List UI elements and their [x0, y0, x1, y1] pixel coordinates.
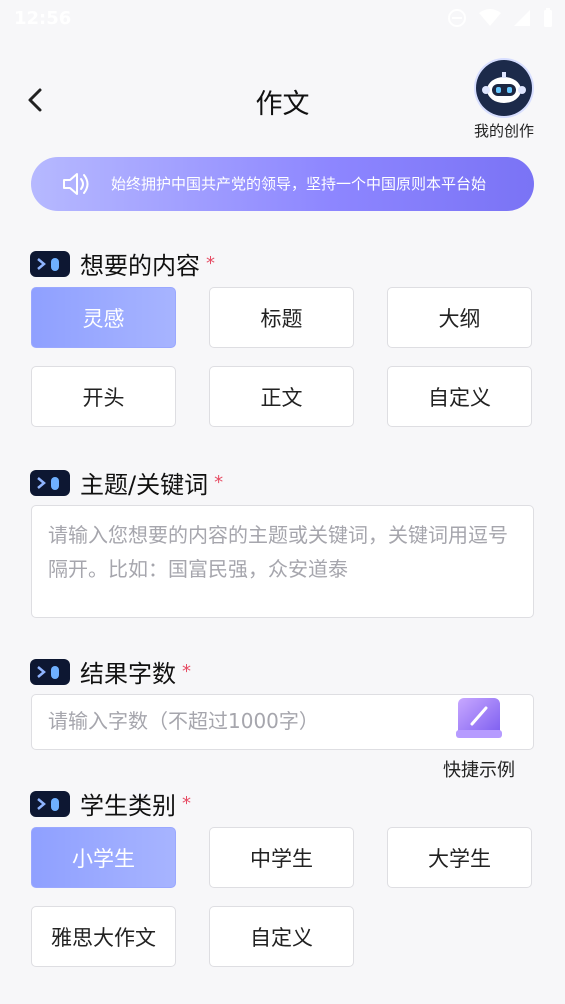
content-option-outline[interactable]: 大纲	[387, 287, 532, 348]
robot-avatar-icon	[476, 60, 532, 116]
student-option-middle[interactable]: 中学生	[209, 827, 354, 888]
notice-text: 始终拥护中国共产党的领导，坚持一个中国原则本平台始	[111, 175, 487, 193]
terminal-tag-icon	[30, 469, 70, 496]
notebook-icon	[452, 694, 506, 742]
header: 作文 我的创作	[0, 60, 565, 144]
section-topic-title: 主题/关键词 *	[30, 465, 223, 500]
student-option-custom[interactable]: 自定义	[209, 906, 354, 967]
status-time: 12:56	[14, 8, 72, 29]
content-option-custom[interactable]: 自定义	[387, 366, 532, 427]
section-label: 学生类别	[80, 792, 176, 820]
section-student-title: 学生类别 *	[30, 786, 191, 821]
signal-icon	[514, 10, 530, 26]
battery-icon	[544, 8, 552, 27]
section-label: 想要的内容	[80, 252, 200, 280]
terminal-tag-icon	[30, 658, 70, 685]
required-mark: *	[182, 793, 191, 814]
quick-example-button[interactable]: 快捷示例	[436, 694, 522, 782]
content-option-inspiration[interactable]: 灵感	[31, 287, 176, 348]
student-option-primary[interactable]: 小学生	[31, 827, 176, 888]
topic-keywords-input[interactable]: 请输入您想要的内容的主题或关键词，关键词用逗号隔开。比如：国富民强，众安道泰	[31, 505, 534, 618]
section-wordcount-title: 结果字数 *	[30, 654, 191, 689]
content-option-title[interactable]: 标题	[209, 287, 354, 348]
required-mark: *	[214, 472, 224, 493]
required-mark: *	[182, 661, 191, 682]
required-mark: *	[206, 253, 215, 274]
student-option-ielts[interactable]: 雅思大作文	[31, 906, 176, 967]
status-bar: 12:56	[0, 0, 565, 38]
my-creation-label: 我的创作	[473, 122, 534, 140]
dnd-icon	[448, 9, 466, 27]
content-option-opening[interactable]: 开头	[31, 366, 176, 427]
my-creation-button[interactable]: 我的创作	[459, 60, 549, 141]
notice-banner: 始终拥护中国共产党的领导，坚持一个中国原则本平台始	[31, 157, 534, 211]
content-option-body[interactable]: 正文	[209, 366, 354, 427]
speaker-icon	[61, 170, 91, 198]
section-label: 主题/关键词	[80, 471, 209, 499]
status-icons	[447, 8, 553, 28]
section-label: 结果字数	[80, 660, 176, 688]
terminal-tag-icon	[30, 250, 70, 277]
quick-example-label: 快捷示例	[443, 760, 515, 781]
section-content-title: 想要的内容 *	[30, 246, 215, 281]
student-option-university[interactable]: 大学生	[387, 827, 532, 888]
wifi-icon	[479, 9, 501, 26]
terminal-tag-icon	[30, 790, 70, 817]
